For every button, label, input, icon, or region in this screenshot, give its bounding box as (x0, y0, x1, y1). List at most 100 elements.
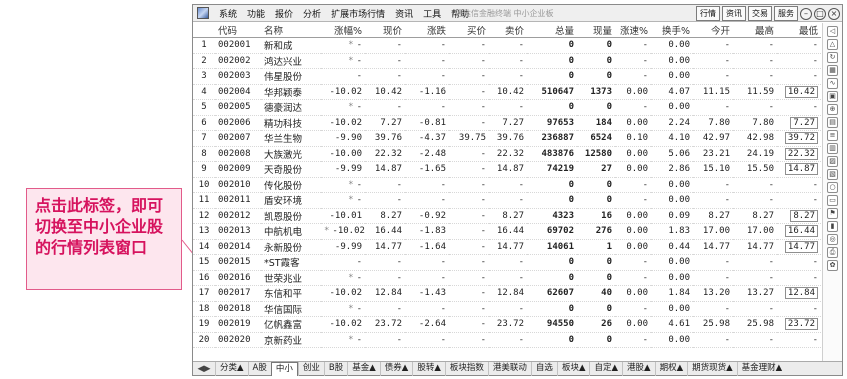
table-row[interactable]: 1002001新和成-----00-0.00--- (193, 37, 821, 54)
cell-low-value: 10.42 (784, 85, 818, 98)
column-header[interactable]: 代码 (215, 23, 261, 38)
column-header[interactable]: 现量 (577, 23, 615, 38)
menu-item[interactable]: 系统 (214, 7, 242, 20)
menu-item[interactable]: 分析 (298, 7, 326, 20)
market-tab[interactable]: A股 (247, 361, 271, 376)
table-row[interactable]: 20002020京新药业-----00-0.00--- (193, 332, 821, 348)
column-header[interactable]: 最低 (777, 23, 821, 38)
refresh-icon[interactable]: ↻ (827, 52, 838, 63)
table-row[interactable]: 13002013中航机电-10.0216.44-1.83-16.44697022… (193, 223, 821, 240)
column-header[interactable]: 涨速% (615, 23, 651, 38)
print-icon[interactable]: ⎙ (827, 247, 838, 258)
cell-speed: 0.00 (615, 285, 651, 302)
circle-icon[interactable]: ○ (827, 182, 838, 193)
menu-item[interactable]: 功能 (242, 7, 270, 20)
market-tab[interactable]: 板块指数 (444, 361, 488, 376)
market-tab[interactable]: 板块▲ (556, 361, 590, 376)
restore-icon[interactable]: □ (814, 7, 826, 20)
column-header[interactable]: 今开 (693, 23, 733, 38)
market-tab[interactable]: 期货现货▲ (687, 361, 737, 376)
bar-icon[interactable]: ▮ (827, 221, 838, 232)
header-button[interactable]: 交易 (748, 6, 772, 21)
tab-scroll-arrows-icon[interactable]: ◀▶ (193, 364, 215, 374)
table-row[interactable]: 6 002006 精功科技 -10.02 7.27 -0.81-7.27 97653 184 0… (193, 115, 821, 131)
cell-chg: -1.64 (405, 239, 449, 255)
cell-code: 002004 (215, 84, 261, 100)
market-tab[interactable]: 股转▲ (412, 361, 445, 376)
grid-icon[interactable]: ▦ (827, 65, 838, 76)
table-row[interactable]: 9 002009 天奇股份 -9.99 14.87 -1.65-14.87 74219 27 0… (193, 161, 821, 178)
table-row[interactable]: 11002011盾安环境-----00-0.00--- (193, 192, 821, 209)
menu-item[interactable]: 扩展市场行情 (326, 7, 390, 20)
cell-bid: - (449, 53, 489, 69)
cell-chg: - (405, 99, 449, 116)
table-row[interactable]: 14 002014 永新股份 -9.99 14.77 -1.64-14.77 14061 1 0… (193, 239, 821, 255)
image-icon[interactable]: ▨ (827, 156, 838, 167)
window-icon[interactable]: ▣ (827, 91, 838, 102)
market-tab[interactable]: 分类▲ (215, 361, 248, 376)
column-header[interactable]: 买价 (449, 23, 489, 38)
close-icon[interactable]: × (828, 7, 840, 20)
market-tab[interactable]: 自定▲ (589, 361, 622, 376)
table-row[interactable]: 12 002012 凯恩股份 -10.01 8.27 -0.92-8.27 4323 16 0.… (193, 208, 821, 224)
column-header[interactable]: 总量 (527, 23, 577, 38)
table-row[interactable]: 8 002008 大族激光 -10.00 22.32 -2.48-22.32 483876 1… (193, 146, 821, 162)
header-button[interactable]: 服务 (774, 6, 798, 21)
zoom-icon[interactable]: ⊕ (827, 104, 838, 115)
cell-chg-pct: - (321, 37, 365, 54)
fund-icon[interactable]: ▧ (827, 169, 838, 180)
market-tab[interactable]: 基金理财▲ (736, 361, 787, 376)
market-tab[interactable]: 期权▲ (654, 361, 688, 376)
table-row[interactable]: 16002016世荣兆业-----00-0.00--- (193, 270, 821, 286)
market-tab[interactable]: 自选 (530, 361, 557, 376)
folder-icon[interactable]: ▭ (827, 195, 838, 206)
menu-item[interactable]: 资讯 (390, 7, 418, 20)
cell-speed: - (615, 99, 651, 116)
market-tab[interactable]: 中小 (270, 361, 298, 376)
cell-vol: 94550 (527, 316, 577, 333)
menu-item[interactable]: 工具 (418, 7, 446, 20)
table-row[interactable]: 10002010传化股份-----00-0.00--- (193, 177, 821, 193)
list-icon[interactable]: ≡ (827, 130, 838, 141)
market-tab[interactable]: 港股▲ (622, 361, 655, 376)
column-header[interactable]: 卖价 (489, 23, 527, 38)
table-row[interactable]: 19 002019 亿帆鑫富 -10.02 23.72 -2.64-23.72 94550 2… (193, 316, 821, 333)
cell-idx: 2 (193, 53, 215, 69)
table-row[interactable]: 4 002004 华邦颖泰 -10.02 10.42 -1.16-10.42 510647 1… (193, 84, 821, 100)
compare-icon[interactable]: ▥ (827, 143, 838, 154)
market-tab[interactable]: 港美联动 (487, 361, 531, 376)
market-tab[interactable]: B股 (323, 361, 347, 376)
calendar-icon[interactable]: ▤ (827, 117, 838, 128)
column-header[interactable]: 涨幅% (321, 23, 365, 38)
table-row[interactable]: 17 002017 东信和平 -10.02 12.84 -1.43-12.84 62607 4… (193, 285, 821, 302)
table-row[interactable]: 2002002鸿达兴业-----00-0.00--- (193, 53, 821, 69)
table-row[interactable]: 15 002015 *ST霞客 - - - - -0 0-0.00- - - (193, 254, 821, 271)
chart-icon[interactable]: ∿ (827, 78, 838, 89)
table-row[interactable]: 5002005德豪润达-----00-0.00--- (193, 99, 821, 116)
column-header[interactable]: 换手% (651, 23, 693, 38)
header-menu-cell[interactable] (193, 23, 215, 38)
market-tab[interactable]: 创业 (297, 361, 324, 376)
table-header-row: 代码 名称 涨幅% 现价 涨跌 买价 卖价 总量 现量 涨速% 换手% 今开 最高 最低 (193, 23, 821, 38)
cell-high: - (733, 37, 777, 54)
column-header[interactable]: 涨跌 (405, 23, 449, 38)
table-row[interactable]: 7 002007 华兰生物 -9.90 39.76 -4.37 39.75 39.76 2368… (193, 130, 821, 147)
cell-bid: - (449, 37, 489, 54)
column-header[interactable]: 最高 (733, 23, 777, 38)
market-tab[interactable]: 基金▲ (347, 361, 380, 376)
cell-ask: - (489, 192, 527, 209)
flag-icon[interactable]: ⚑ (827, 208, 838, 219)
arrow-left-icon[interactable]: ◁ (827, 26, 838, 37)
minimize-icon[interactable]: – (800, 7, 812, 20)
column-header[interactable]: 现价 (365, 23, 405, 38)
settings-icon[interactable]: ✿ (827, 260, 838, 271)
column-header[interactable]: 名称 (261, 23, 321, 38)
target-icon[interactable]: ◎ (827, 234, 838, 245)
menu-item[interactable]: 报价 (270, 7, 298, 20)
table-row[interactable]: 18002018华信国际-----00-0.00--- (193, 301, 821, 317)
market-tab[interactable]: 债券▲ (379, 361, 413, 376)
header-button[interactable]: 行情 (696, 6, 720, 21)
arrow-up-icon[interactable]: △ (827, 39, 838, 50)
table-row[interactable]: 3 002003 伟星股份 - - - - -0 0-0.00- - - (193, 68, 821, 85)
header-button[interactable]: 资讯 (722, 6, 746, 21)
